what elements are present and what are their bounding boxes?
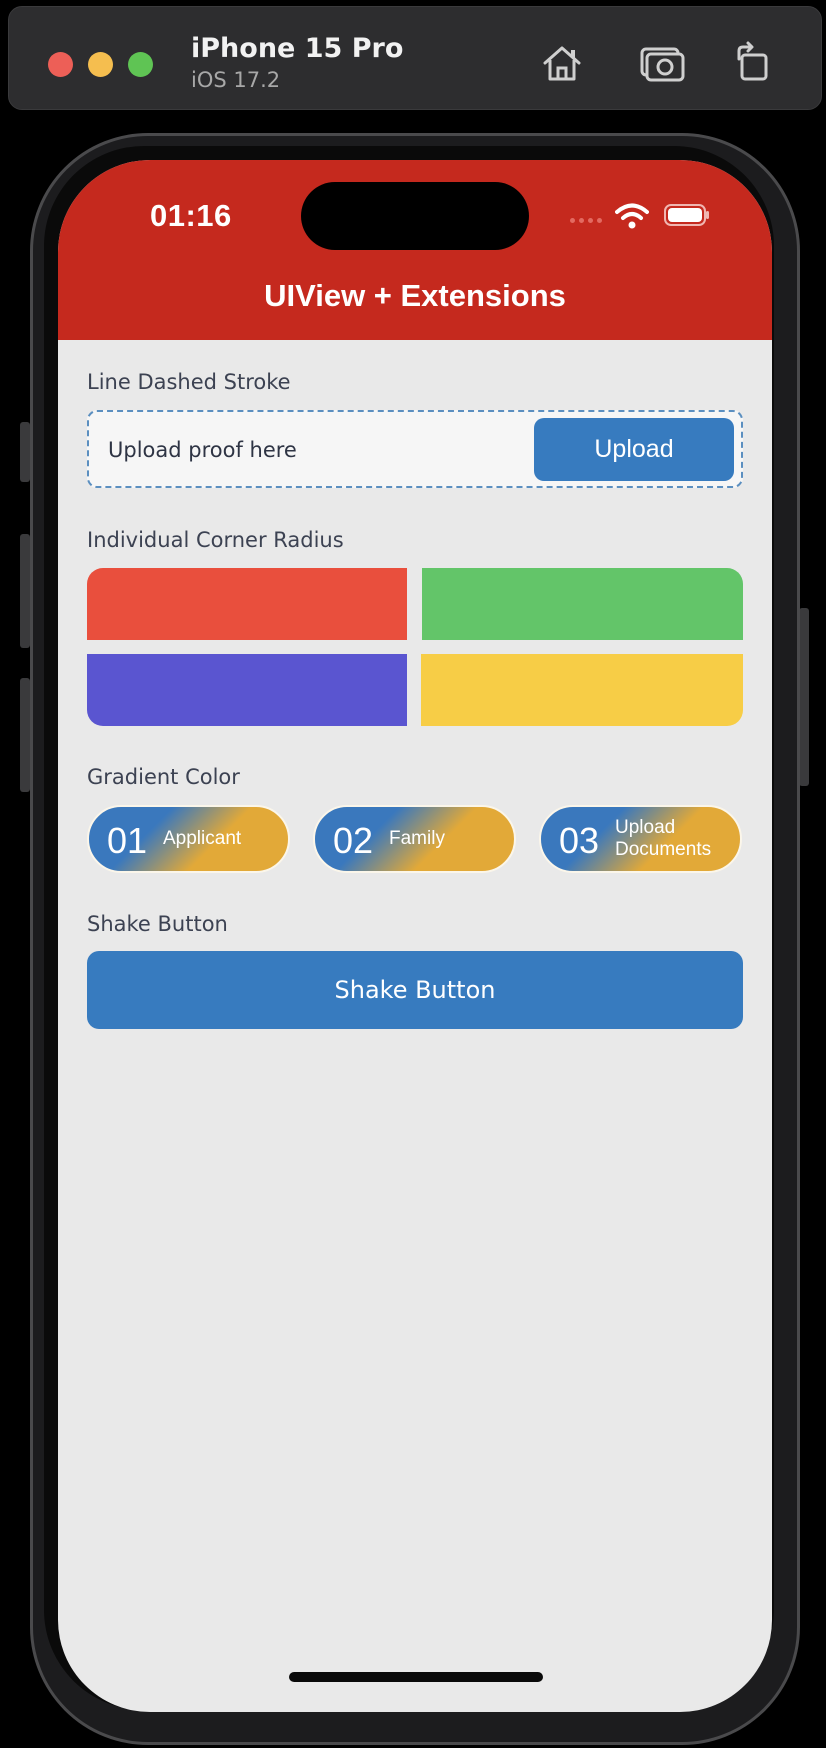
corner-tile-bottom-right <box>421 654 743 726</box>
corner-tile-top-right <box>422 568 743 640</box>
phone-screen: 01:16 UIView + Extensions Line Dashed St… <box>58 160 772 1712</box>
power-button <box>799 608 809 786</box>
pill-number: 02 <box>333 820 374 861</box>
corner-tile-top-left <box>87 568 407 640</box>
device-os-version: iOS 17.2 <box>191 68 281 92</box>
home-button[interactable] <box>537 39 587 89</box>
volume-down-button <box>20 678 30 792</box>
upload-button[interactable]: Upload <box>534 418 734 481</box>
simulator-toolbar: iPhone 15 Pro iOS 17.2 <box>8 6 822 110</box>
pill-number: 01 <box>107 820 148 861</box>
home-indicator[interactable] <box>289 1672 543 1682</box>
battery-icon <box>664 204 709 226</box>
wifi-icon <box>615 203 649 229</box>
screenshot-button[interactable] <box>637 39 687 89</box>
section-label-corner: Individual Corner Radius <box>87 528 344 552</box>
dynamic-island <box>301 182 529 250</box>
screenshot-icon <box>640 47 685 82</box>
action-button <box>20 422 30 482</box>
minimize-window-button[interactable] <box>88 52 113 77</box>
corner-tile-bottom-left <box>87 654 407 726</box>
upload-placeholder: Upload proof here <box>108 438 297 462</box>
gradient-pill-family[interactable]: 02 Family <box>313 805 516 873</box>
zoom-window-button[interactable] <box>128 52 153 77</box>
home-icon <box>543 46 581 81</box>
gradient-pill-upload-documents[interactable]: 03 Upload Documents <box>539 805 742 873</box>
rotate-button[interactable] <box>729 39 779 89</box>
section-label-dashed: Line Dashed Stroke <box>87 370 291 394</box>
close-window-button[interactable] <box>48 52 73 77</box>
section-label-shake: Shake Button <box>87 912 228 936</box>
volume-up-button <box>20 534 30 648</box>
pill-label: Upload Documents <box>615 817 712 860</box>
device-name: iPhone 15 Pro <box>191 33 404 64</box>
shake-button[interactable]: Shake Button <box>87 951 743 1029</box>
pill-number: 03 <box>559 820 600 861</box>
gradient-pill-applicant[interactable]: 01 Applicant <box>87 805 290 873</box>
pill-label: Applicant <box>163 828 242 849</box>
section-label-gradient: Gradient Color <box>87 765 240 789</box>
navigation-bar: 01:16 UIView + Extensions <box>58 160 772 340</box>
cellular-signal-icon <box>570 218 602 223</box>
pill-label: Family <box>389 828 445 849</box>
rotate-icon <box>737 41 768 81</box>
status-time: 01:16 <box>150 198 232 233</box>
page-title: UIView + Extensions <box>264 278 566 313</box>
upload-dashed-box: Upload proof here Upload <box>87 410 743 488</box>
